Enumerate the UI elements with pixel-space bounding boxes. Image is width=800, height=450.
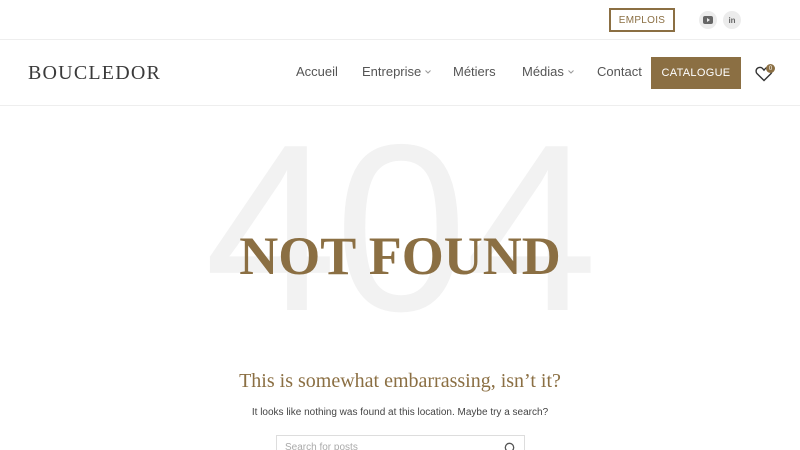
catalogue-button[interactable]: CATALOGUE [651,57,741,89]
chevron-down-icon [568,69,574,74]
linkedin-icon[interactable]: in [723,11,741,29]
linkedin-glyph: in [728,15,736,25]
search-input[interactable] [285,442,495,450]
top-bar: EMPLOIS in [0,0,800,40]
nav-label: Médias [522,64,564,79]
emplois-button[interactable]: EMPLOIS [609,8,675,32]
youtube-glyph [703,16,713,24]
nav-label: Métiers [453,64,496,79]
search-form [276,435,525,450]
nav-item-medias[interactable]: Médias [522,64,575,79]
nav-label: Entreprise [362,64,422,79]
error-message: It looks like nothing was found at this … [251,407,549,418]
search-icon[interactable] [504,442,517,450]
site-logo[interactable]: BOUCLEDOR [28,62,161,85]
nav-item-contact[interactable]: Contact [597,64,642,79]
youtube-icon[interactable] [699,11,717,29]
nav-item-accueil[interactable]: Accueil [296,64,338,79]
page-title: NOT FOUND [239,226,561,286]
chevron-down-icon [425,69,432,74]
nav-label: Accueil [296,64,338,79]
error-subtitle: This is somewhat embarrassing, isn’t it? [239,370,561,392]
nav-item-entreprise[interactable]: Entreprise [362,64,432,79]
nav-item-metiers[interactable]: Métiers [453,64,496,79]
nav-label: Contact [597,64,642,79]
wishlist-count-badge: 0 [766,64,775,73]
